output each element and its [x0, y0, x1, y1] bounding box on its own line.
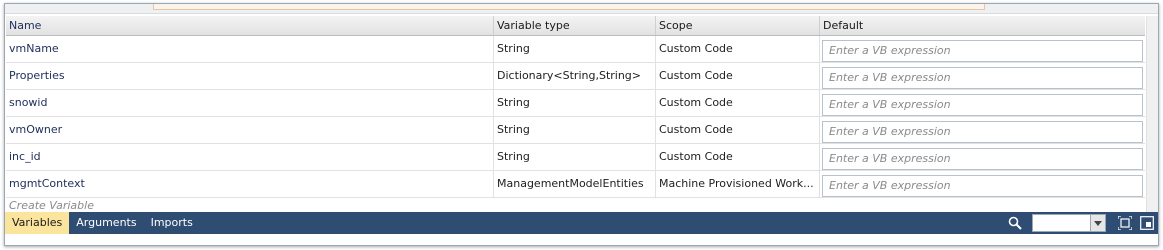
default-expression-input[interactable] — [822, 147, 1143, 170]
variable-name[interactable]: vmName — [6, 36, 494, 62]
default-expression-input[interactable] — [822, 66, 1143, 89]
variable-default-cell — [820, 144, 1145, 170]
variable-type[interactable]: String — [494, 90, 656, 116]
table-row[interactable]: inc_id String Custom Code — [6, 144, 1145, 171]
variable-default-cell — [820, 90, 1145, 116]
zoom-dropdown[interactable] — [1032, 214, 1106, 232]
tab-arguments[interactable]: Arguments — [69, 212, 143, 234]
variable-scope[interactable]: Custom Code — [656, 117, 820, 143]
default-expression-input[interactable] — [822, 93, 1143, 116]
variables-grid: Name Variable type Scope Default vmName … — [6, 16, 1145, 215]
bottom-toolbar: Variables Arguments Imports — [5, 212, 1158, 234]
column-header-variable-type[interactable]: Variable type — [494, 16, 656, 35]
vertical-scrollbar[interactable] — [1146, 16, 1158, 212]
chevron-down-icon[interactable] — [1090, 215, 1105, 231]
variable-name[interactable]: vmOwner — [6, 117, 494, 143]
variable-scope[interactable]: Custom Code — [656, 36, 820, 62]
tab-variables[interactable]: Variables — [5, 212, 70, 234]
designer-edge — [5, 4, 1158, 14]
table-row[interactable]: vmOwner String Custom Code — [6, 117, 1145, 144]
default-expression-input[interactable] — [822, 120, 1143, 143]
variable-scope[interactable]: Custom Code — [656, 63, 820, 89]
variable-name[interactable]: snowid — [6, 90, 494, 116]
table-row[interactable]: Properties Dictionary<String,String> Cus… — [6, 63, 1145, 90]
table-row[interactable]: mgmtContext ManagementModelEntities Mach… — [6, 171, 1145, 198]
table-row[interactable]: snowid String Custom Code — [6, 90, 1145, 117]
variable-type[interactable]: ManagementModelEntities — [494, 171, 656, 197]
variable-name[interactable]: inc_id — [6, 144, 494, 170]
column-header-default[interactable]: Default — [820, 16, 1145, 35]
table-row[interactable]: vmName String Custom Code — [6, 36, 1145, 63]
tab-imports[interactable]: Imports — [144, 212, 200, 234]
variable-name[interactable]: mgmtContext — [6, 171, 494, 197]
fit-to-screen-icon[interactable] — [1114, 212, 1136, 234]
variable-scope[interactable]: Custom Code — [656, 144, 820, 170]
variable-scope[interactable]: Machine Provisioned Work... — [656, 171, 820, 197]
search-icon[interactable] — [1004, 212, 1026, 234]
variable-type[interactable]: String — [494, 144, 656, 170]
grid-header: Name Variable type Scope Default — [6, 16, 1145, 36]
variable-default-cell — [820, 36, 1145, 62]
column-header-scope[interactable]: Scope — [656, 16, 820, 35]
variable-default-cell — [820, 63, 1145, 89]
column-header-name[interactable]: Name — [6, 16, 494, 35]
variables-panel: Name Variable type Scope Default vmName … — [4, 3, 1159, 246]
variable-type[interactable]: Dictionary<String,String> — [494, 63, 656, 89]
default-expression-input[interactable] — [822, 39, 1143, 62]
overview-icon[interactable] — [1136, 212, 1158, 234]
variable-scope[interactable]: Custom Code — [656, 90, 820, 116]
variable-default-cell — [820, 171, 1145, 197]
variable-default-cell — [820, 117, 1145, 143]
variable-type[interactable]: String — [494, 117, 656, 143]
default-expression-input[interactable] — [822, 174, 1143, 197]
variable-type[interactable]: String — [494, 36, 656, 62]
variable-name[interactable]: Properties — [6, 63, 494, 89]
